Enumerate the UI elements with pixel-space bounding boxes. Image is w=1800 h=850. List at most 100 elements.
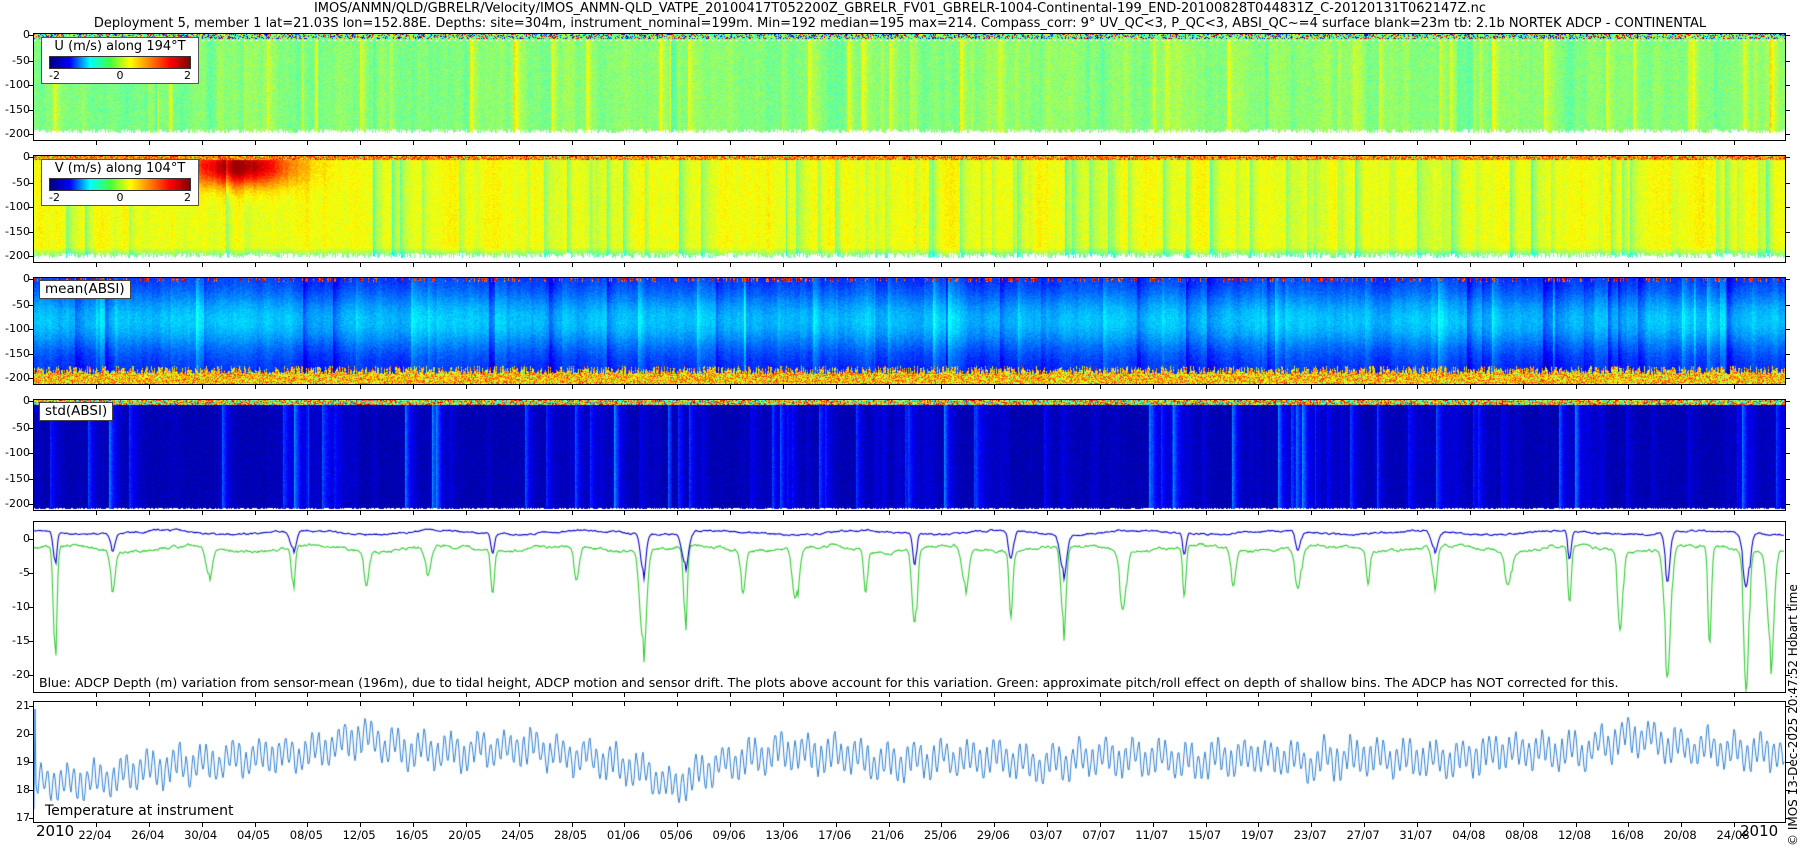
y-tick-mark: [29, 539, 33, 540]
y-tick-label: -20: [0, 669, 30, 681]
y-tick-label: -10: [0, 601, 30, 613]
y-tick-label: -200: [0, 372, 30, 384]
x-tick-label: 08/05: [280, 828, 332, 842]
x-tick-mark: [1417, 823, 1418, 827]
y-tick-mark: [29, 453, 33, 454]
x-tick-mark: [96, 141, 97, 145]
x-tick-mark: [677, 263, 678, 267]
x-tick-mark: [836, 823, 837, 827]
x-tick-label: 11/07: [1126, 828, 1178, 842]
x-tick-mark-top: [624, 702, 625, 706]
x-tick-mark: [1311, 823, 1312, 827]
x-tick-mark: [202, 693, 203, 697]
x-tick-mark: [360, 263, 361, 267]
x-tick-mark: [624, 263, 625, 267]
y-tick-mark: [1786, 110, 1790, 111]
y-tick-label: -5: [0, 567, 30, 579]
x-tick-mark: [1100, 263, 1101, 267]
x-tick-mark: [1576, 263, 1577, 267]
x-tick-mark: [1311, 263, 1312, 267]
x-tick-mark-top: [307, 702, 308, 706]
y-tick-label: -150: [0, 104, 30, 116]
y-tick-label: 17: [0, 812, 30, 824]
x-tick-mark: [1417, 693, 1418, 697]
y-tick-label: -200: [0, 250, 30, 262]
y-tick-label: -50: [0, 55, 30, 67]
x-tick-mark: [1047, 693, 1048, 697]
x-tick-mark-top: [519, 702, 520, 706]
x-tick-mark-top: [413, 702, 414, 706]
x-tick-mark: [1576, 511, 1577, 515]
x-tick-mark-top: [149, 702, 150, 706]
x-tick-mark: [1417, 263, 1418, 267]
x-tick-mark: [730, 511, 731, 515]
x-tick-mark: [889, 141, 890, 145]
x-tick-mark: [624, 511, 625, 515]
x-tick-mark: [1206, 385, 1207, 389]
y-tick-label: 0: [0, 273, 30, 285]
y-tick-mark: [1786, 207, 1790, 208]
x-tick-mark: [1417, 141, 1418, 145]
y-tick-label: 20: [0, 728, 30, 740]
x-tick-mark: [677, 385, 678, 389]
x-tick-mark: [255, 385, 256, 389]
x-tick-mark: [1417, 511, 1418, 515]
y-tick-mark: [1786, 256, 1790, 257]
panel-temperature: Temperature at instrument 2120191817: [33, 701, 1786, 823]
x-tick-mark: [1470, 385, 1471, 389]
x-tick-label: 12/08: [1549, 828, 1601, 842]
x-tick-mark: [624, 385, 625, 389]
x-tick-mark: [307, 823, 308, 827]
x-tick-mark: [1206, 823, 1207, 827]
x-tick-mark-top: [1258, 702, 1259, 706]
x-tick-mark-top: [994, 702, 995, 706]
std-absi-heatmap: [34, 400, 1785, 510]
x-tick-mark-top: [1734, 702, 1735, 706]
y-tick-label: -200: [0, 498, 30, 510]
x-tick-mark: [519, 511, 520, 515]
u-colorbar-tick-max: 2: [184, 69, 191, 82]
y-tick-mark: [29, 279, 33, 280]
x-tick-mark: [1364, 263, 1365, 267]
y-tick-mark: [29, 85, 33, 86]
x-tick-mark: [624, 693, 625, 697]
y-tick-label: -50: [0, 422, 30, 434]
y-tick-mark: [29, 354, 33, 355]
y-tick-mark: [29, 329, 33, 330]
x-tick-mark: [1153, 385, 1154, 389]
x-tick-mark: [149, 823, 150, 827]
x-tick-mark: [1206, 693, 1207, 697]
y-tick-mark: [1786, 504, 1790, 505]
u-colorbar-ticks: -2 0 2: [49, 69, 191, 82]
y-tick-mark: [1786, 354, 1790, 355]
x-tick-mark-top: [836, 702, 837, 706]
x-tick-mark: [1206, 141, 1207, 145]
x-tick-mark: [360, 693, 361, 697]
y-tick-label: -50: [0, 299, 30, 311]
y-tick-mark: [1786, 539, 1790, 540]
x-tick-label: 16/08: [1601, 828, 1653, 842]
x-tick-mark-top: [1100, 702, 1101, 706]
x-tick-label: 23/07: [1284, 828, 1336, 842]
x-tick-label: 04/05: [228, 828, 280, 842]
x-tick-label: 26/04: [122, 828, 174, 842]
x-tick-mark: [572, 823, 573, 827]
x-tick-mark: [1258, 263, 1259, 267]
x-tick-label: 17/06: [809, 828, 861, 842]
y-tick-mark: [1786, 479, 1790, 480]
x-tick-mark: [1734, 141, 1735, 145]
y-tick-mark: [29, 61, 33, 62]
x-tick-mark: [466, 141, 467, 145]
x-tick-label: 20/05: [439, 828, 491, 842]
v-colorbar-ticks: -2 0 2: [49, 191, 191, 204]
x-tick-mark: [1628, 385, 1629, 389]
x-tick-mark: [466, 263, 467, 267]
x-tick-mark-top: [1470, 702, 1471, 706]
panel-depth-variation: Blue: ADCP Depth (m) variation from sens…: [33, 521, 1786, 693]
x-tick-mark: [1206, 263, 1207, 267]
y-tick-mark: [1786, 134, 1790, 135]
x-tick-label: 01/06: [597, 828, 649, 842]
x-tick-mark: [1734, 263, 1735, 267]
x-tick-mark: [783, 511, 784, 515]
x-tick-mark: [255, 141, 256, 145]
